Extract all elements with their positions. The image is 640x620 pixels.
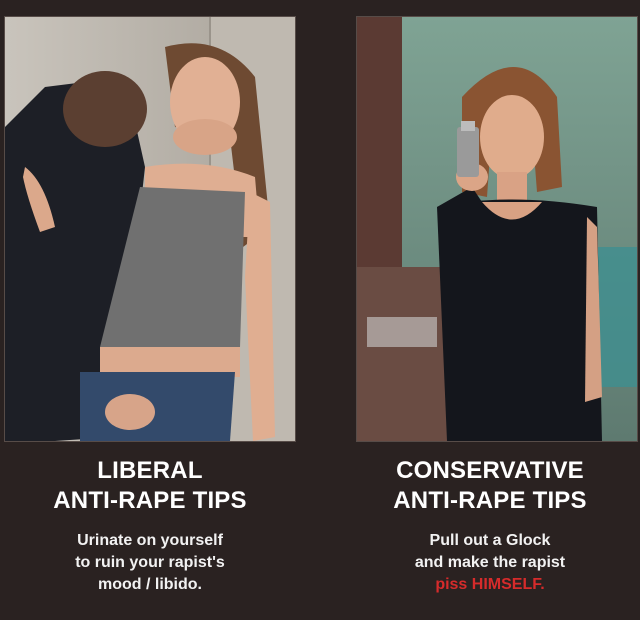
right-photo [356,16,638,442]
conservative-title: CONSERVATIVE ANTI-RAPE TIPS [340,456,640,516]
liberal-body-line2: to ruin your rapist's [75,554,225,571]
conservative-title-line1: CONSERVATIVE [396,457,584,484]
left-photo [4,16,296,442]
conservative-body-accent: piss HIMSELF. [435,576,545,593]
liberal-body-line1: Urinate on yourself [77,532,223,549]
liberal-caption: LIBERAL ANTI-RAPE TIPS Urinate on yourse… [0,456,300,596]
liberal-title-line2: ANTI-RAPE TIPS [53,487,247,514]
conservative-title-line2: ANTI-RAPE TIPS [393,487,587,514]
liberal-title-line1: LIBERAL [97,457,203,484]
liberal-body: Urinate on yourself to ruin your rapist'… [0,530,300,596]
liberal-body-line3: mood / libido. [98,576,202,593]
conservative-body: Pull out a Glock and make the rapist pis… [340,530,640,596]
liberal-title: LIBERAL ANTI-RAPE TIPS [0,456,300,516]
conservative-body-line2: and make the rapist [414,554,566,571]
conservative-caption: CONSERVATIVE ANTI-RAPE TIPS Pull out a G… [340,456,640,596]
conservative-body-line1: Pull out a Glock [429,532,551,549]
